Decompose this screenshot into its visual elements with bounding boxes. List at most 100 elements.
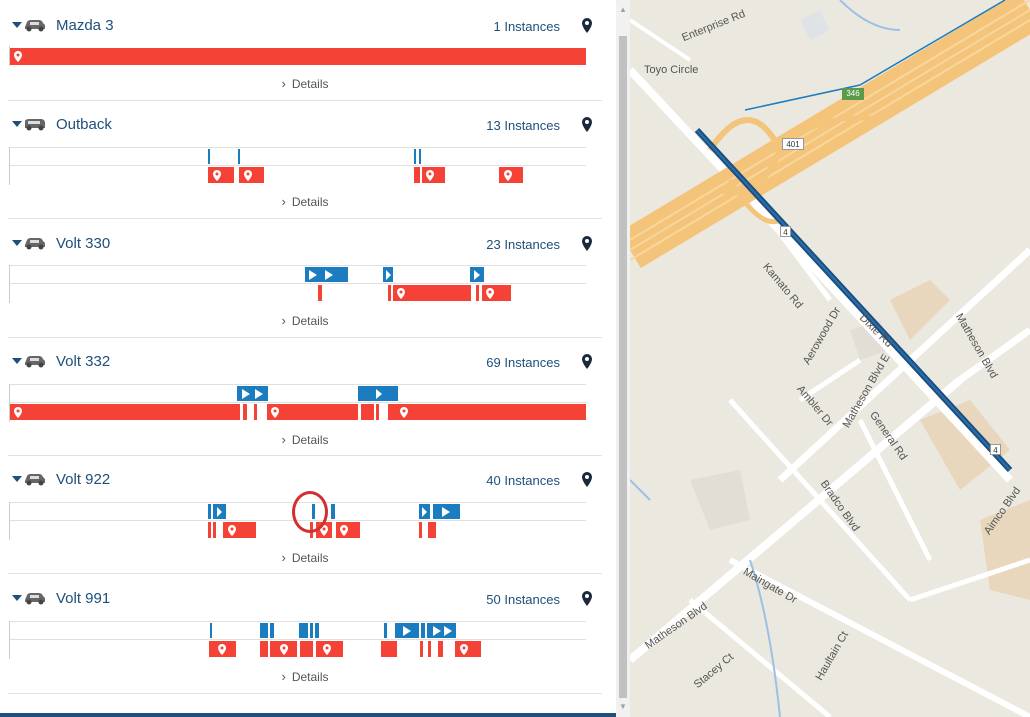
vehicle-name[interactable]: Volt 922	[56, 471, 110, 488]
vehicle-header[interactable]: Volt 330 23 Instances	[8, 232, 602, 258]
map-pin-icon	[486, 288, 494, 299]
vehicle-header[interactable]: Outback 13 Instances	[8, 113, 602, 139]
caret-down-icon[interactable]	[12, 595, 22, 601]
trip-segment[interactable]	[208, 149, 210, 164]
vehicle-name[interactable]: Mazda 3	[56, 17, 114, 34]
caret-down-icon[interactable]	[12, 22, 22, 28]
stop-segment[interactable]	[239, 167, 264, 183]
stop-segment[interactable]	[376, 404, 379, 420]
instance-count: 40 Instances	[486, 473, 560, 488]
caret-down-icon[interactable]	[12, 121, 22, 127]
trip-segment[interactable]	[427, 623, 456, 638]
bottom-border	[0, 713, 616, 717]
trip-segment[interactable]	[237, 386, 268, 401]
stop-segment[interactable]	[208, 522, 211, 538]
caret-down-icon[interactable]	[12, 240, 22, 246]
trip-segment[interactable]	[305, 267, 348, 282]
trip-segment[interactable]	[270, 623, 274, 638]
stop-segment[interactable]	[388, 404, 586, 420]
caret-down-icon[interactable]	[12, 358, 22, 364]
stop-segment[interactable]	[482, 285, 511, 301]
trip-segment[interactable]	[208, 504, 211, 519]
trip-segment[interactable]	[395, 623, 419, 638]
trip-segment[interactable]	[414, 149, 416, 164]
timeline	[9, 265, 586, 303]
vehicle-name[interactable]: Outback	[56, 116, 112, 133]
stop-segment[interactable]	[336, 522, 360, 538]
map-pin-icon[interactable]	[582, 354, 592, 369]
trip-segment[interactable]	[433, 504, 460, 519]
map-pin-icon[interactable]	[582, 117, 592, 132]
scroll-up-icon[interactable]: ▲	[619, 6, 627, 14]
stop-segment[interactable]	[316, 641, 343, 657]
details-link[interactable]: › Details	[8, 550, 602, 565]
stop-segment[interactable]	[422, 167, 445, 183]
trip-segment[interactable]	[331, 504, 335, 519]
vehicle-header[interactable]: Mazda 3 1 Instances	[8, 14, 602, 40]
trip-segment[interactable]	[470, 267, 484, 282]
stop-segment[interactable]	[209, 641, 236, 657]
scrollbar[interactable]: ▲ ▼	[616, 0, 630, 717]
trip-segment[interactable]	[238, 149, 240, 164]
stop-segment[interactable]	[270, 641, 297, 657]
stop-segment[interactable]	[254, 404, 257, 420]
trip-segment[interactable]	[260, 623, 268, 638]
timeline	[9, 384, 586, 422]
map-view[interactable]: Enterprise Rd Toyo Circle Kamato Rd Aero…	[630, 0, 1030, 717]
stop-segment[interactable]	[213, 522, 216, 538]
map-pin-icon[interactable]	[582, 591, 592, 606]
vehicle-header[interactable]: Volt 991 50 Instances	[8, 587, 602, 613]
stop-segment[interactable]	[381, 641, 397, 657]
stop-segment[interactable]	[476, 285, 479, 301]
caret-down-icon[interactable]	[12, 476, 22, 482]
vehicle-name[interactable]: Volt 991	[56, 590, 110, 607]
trip-segment[interactable]	[419, 149, 421, 164]
map-pin-icon	[218, 644, 226, 655]
stop-segment[interactable]	[393, 285, 471, 301]
stop-segment[interactable]	[260, 641, 268, 657]
stop-segment[interactable]	[419, 522, 422, 538]
stop-segment[interactable]	[361, 404, 374, 420]
stop-segment[interactable]	[428, 641, 431, 657]
details-link[interactable]: › Details	[8, 194, 602, 209]
details-link[interactable]: › Details	[8, 76, 602, 91]
map-pin-icon[interactable]	[582, 18, 592, 33]
trip-segment[interactable]	[310, 623, 313, 638]
trip-segment[interactable]	[358, 386, 398, 401]
stop-segment[interactable]	[243, 404, 247, 420]
stop-segment[interactable]	[414, 167, 420, 183]
trip-segment[interactable]	[383, 267, 393, 282]
scroll-thumb[interactable]	[619, 36, 627, 698]
stop-segment[interactable]	[223, 522, 256, 538]
stop-segment[interactable]	[300, 641, 313, 657]
stop-segment[interactable]	[388, 285, 391, 301]
stop-segment[interactable]	[420, 641, 423, 657]
details-link[interactable]: › Details	[8, 313, 602, 328]
trip-segment[interactable]	[213, 504, 226, 519]
stop-segment[interactable]	[318, 285, 322, 301]
trip-segment[interactable]	[299, 623, 308, 638]
stop-segment[interactable]	[10, 404, 240, 420]
stop-segment[interactable]	[10, 48, 586, 65]
stop-segment[interactable]	[428, 522, 436, 538]
vehicle-name[interactable]: Volt 332	[56, 353, 110, 370]
vehicle-header[interactable]: Volt 332 69 Instances	[8, 350, 602, 376]
map-pin-icon[interactable]	[582, 472, 592, 487]
trip-segment[interactable]	[421, 623, 425, 638]
stop-segment[interactable]	[455, 641, 481, 657]
trip-segment[interactable]	[210, 623, 212, 638]
stop-segment[interactable]	[208, 167, 234, 183]
details-link[interactable]: › Details	[8, 669, 602, 684]
vehicle-header[interactable]: Volt 922 40 Instances	[8, 468, 602, 494]
stop-segment[interactable]	[499, 167, 523, 183]
trip-segment[interactable]	[419, 504, 430, 519]
stop-segment[interactable]	[438, 641, 443, 657]
stop-segment[interactable]	[267, 404, 358, 420]
chevron-right-icon: ›	[281, 550, 286, 565]
trip-segment[interactable]	[384, 623, 387, 638]
map-pin-icon[interactable]	[582, 236, 592, 251]
details-link[interactable]: › Details	[8, 432, 602, 447]
vehicle-name[interactable]: Volt 330	[56, 235, 110, 252]
scroll-down-icon[interactable]: ▼	[619, 703, 627, 711]
trip-segment[interactable]	[315, 623, 319, 638]
